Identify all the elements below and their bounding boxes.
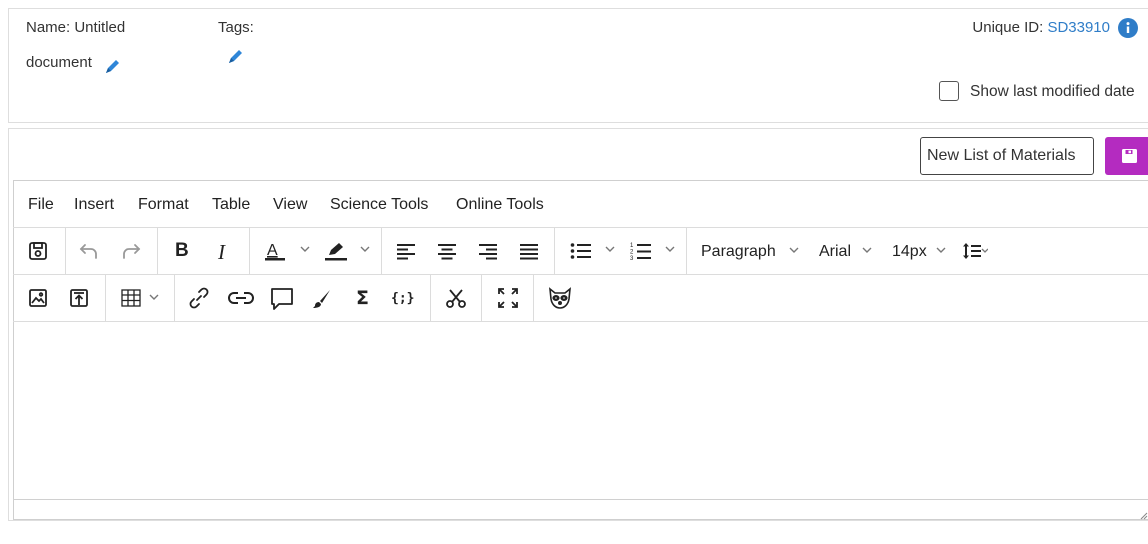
chevron-down-icon[interactable] <box>935 245 947 255</box>
floppy-icon <box>1122 149 1137 163</box>
resize-handle-icon[interactable] <box>1138 510 1148 520</box>
align-center-icon[interactable] <box>437 243 457 260</box>
brush-icon[interactable] <box>312 289 332 309</box>
menu-file[interactable]: File <box>28 196 54 214</box>
edit-name-pencil-icon[interactable] <box>104 57 122 75</box>
toolbar-separator <box>686 228 687 274</box>
menu-table[interactable]: Table <box>212 196 250 214</box>
comment-icon[interactable] <box>270 287 294 311</box>
editor-content-area[interactable] <box>14 322 1148 498</box>
unique-id-value[interactable]: SD33910 <box>1047 19 1110 36</box>
unique-id: Unique ID: SD33910 <box>930 19 1110 37</box>
link-icon[interactable] <box>188 287 210 309</box>
table-icon[interactable] <box>121 289 141 307</box>
code-icon[interactable]: {;} <box>391 291 414 306</box>
menu-science-tools[interactable]: Science Tools <box>330 196 428 214</box>
chevron-down-icon[interactable] <box>604 244 616 254</box>
block-format-select[interactable]: Paragraph <box>701 243 776 261</box>
toolbar-separator <box>554 228 555 274</box>
unique-id-label: Unique ID: <box>972 19 1044 36</box>
document-name-continued: document <box>26 54 92 71</box>
tags-label: Tags: <box>218 19 254 36</box>
highlight-icon[interactable] <box>324 240 348 262</box>
show-last-modified-checkbox[interactable] <box>939 81 959 101</box>
font-size-select[interactable]: 14px <box>892 243 927 261</box>
menu-insert[interactable]: Insert <box>74 196 114 214</box>
align-right-icon[interactable] <box>478 243 498 260</box>
chevron-down-icon[interactable] <box>788 245 800 255</box>
align-left-icon[interactable] <box>396 243 416 260</box>
justify-icon[interactable] <box>519 243 539 260</box>
toolbar-separator <box>533 275 534 321</box>
bullet-list-icon[interactable] <box>570 242 592 260</box>
chevron-down-icon[interactable] <box>359 244 371 254</box>
chevron-down-icon[interactable] <box>148 292 160 302</box>
menu-format[interactable]: Format <box>138 196 189 214</box>
toolbar-separator <box>157 228 158 274</box>
svg-text:1: 1 <box>630 243 634 249</box>
font-family-select[interactable]: Arial <box>819 243 851 261</box>
toolbar-separator <box>381 228 382 274</box>
toolbar-separator <box>481 275 482 321</box>
toolbar-separator <box>105 275 106 321</box>
sigma-icon[interactable]: Σ <box>356 287 369 309</box>
toolbar-separator <box>65 228 66 274</box>
save-icon[interactable] <box>28 241 48 261</box>
toolbar-separator <box>174 275 175 321</box>
redo-icon[interactable] <box>121 242 141 260</box>
toolbar-mid-divider <box>13 274 1148 275</box>
document-name-label: Name: Untitled <box>26 19 126 36</box>
upload-icon[interactable] <box>69 288 89 308</box>
edit-tags-pencil-icon[interactable] <box>227 47 245 65</box>
chevron-down-icon[interactable] <box>664 244 676 254</box>
info-icon[interactable] <box>1118 18 1138 38</box>
italic-icon[interactable]: I <box>218 240 225 265</box>
chevron-down-icon[interactable] <box>299 244 311 254</box>
save-button[interactable] <box>1105 137 1148 175</box>
menu-online-tools[interactable]: Online Tools <box>456 196 544 214</box>
text-color-icon[interactable]: A <box>264 240 288 262</box>
numbered-list-icon[interactable]: 123 <box>630 241 652 261</box>
toolbar-top-divider <box>13 227 1148 228</box>
toolbar-separator <box>430 275 431 321</box>
svg-text:A: A <box>267 242 278 259</box>
image-icon[interactable] <box>28 288 48 308</box>
svg-text:3: 3 <box>630 256 634 261</box>
toolbar-separator <box>249 228 250 274</box>
svg-text:2: 2 <box>630 250 634 256</box>
scissors-icon[interactable] <box>445 288 467 310</box>
chain-link-icon[interactable] <box>228 290 254 306</box>
new-list-of-materials-button[interactable]: New List of Materials <box>920 137 1094 175</box>
undo-icon[interactable] <box>79 242 99 260</box>
chevron-down-icon[interactable] <box>861 245 873 255</box>
line-height-icon[interactable] <box>962 242 988 260</box>
show-last-modified-label: Show last modified date <box>970 83 1135 100</box>
fullscreen-icon[interactable] <box>497 287 519 309</box>
menu-view[interactable]: View <box>273 196 307 214</box>
bold-icon[interactable]: B <box>175 240 189 262</box>
raccoon-icon[interactable] <box>547 286 573 310</box>
editor-statusbar-divider <box>13 499 1148 500</box>
